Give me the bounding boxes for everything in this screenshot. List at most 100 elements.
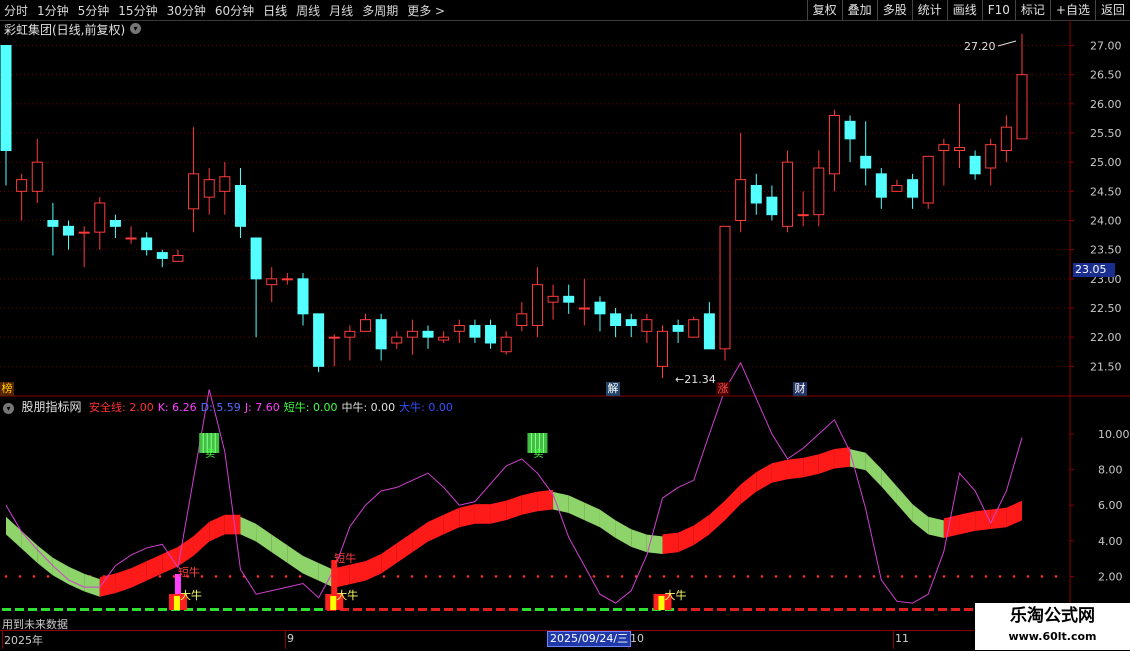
- period-tabs: 分时 1分钟 5分钟 15分钟 30分钟 60分钟 日线 周线 月线 多周期 更多 >: [4, 0, 454, 20]
- safety-line-dot: [760, 575, 764, 578]
- trend-ribbon-segment: [912, 504, 929, 535]
- safety-line-dot: [18, 575, 22, 578]
- tool-button-7[interactable]: +自选: [1049, 0, 1095, 20]
- candle-body: [328, 336, 340, 339]
- tool-button-3[interactable]: 统计: [911, 0, 947, 20]
- tool-button-0[interactable]: 复权: [806, 0, 842, 20]
- event-marker[interactable]: 解: [606, 382, 620, 396]
- trend-ribbon-segment: [115, 568, 132, 594]
- indicator-axis-label: 4.00: [1098, 535, 1123, 548]
- safety-line-dot: [1012, 575, 1016, 578]
- safety-line-dot: [200, 575, 204, 578]
- date-badge: 2025/09/24/三: [547, 631, 632, 647]
- trend-ribbon-segment: [131, 561, 147, 588]
- tool-button-1[interactable]: 叠加: [841, 0, 877, 20]
- period-tab-3[interactable]: 15分钟: [118, 2, 157, 19]
- period-tab-6[interactable]: 日线: [263, 2, 287, 19]
- tool-button-4[interactable]: 画线: [946, 0, 982, 20]
- period-tab-0[interactable]: 分时: [4, 2, 28, 19]
- period-tab-10[interactable]: 更多 >: [407, 2, 445, 19]
- signal-bar-dash: [15, 608, 24, 611]
- signal-bar-dash: [431, 608, 440, 611]
- signal-bar-dash: [691, 608, 700, 611]
- period-tab-5[interactable]: 60分钟: [215, 2, 254, 19]
- period-tab-2[interactable]: 5分钟: [78, 2, 110, 19]
- trend-ribbon-segment: [474, 504, 491, 524]
- safety-line-dot: [914, 575, 918, 578]
- da-niu-label: 大牛: [664, 588, 686, 602]
- period-tab-1[interactable]: 1分钟: [37, 2, 69, 19]
- signal-bar-dash: [964, 608, 973, 611]
- safety-line-dot: [592, 575, 596, 578]
- signal-bar-dash: [301, 608, 310, 611]
- safety-line-dot: [298, 575, 302, 578]
- trend-ribbon-segment: [6, 516, 22, 549]
- safety-line-dot: [32, 575, 36, 578]
- safety-line-dot: [158, 575, 162, 578]
- candle-body: [782, 161, 794, 227]
- candle-body: [172, 255, 184, 262]
- candle-body: [813, 167, 825, 216]
- tool-button-6[interactable]: 标记: [1014, 0, 1050, 20]
- period-tab-9[interactable]: 多周期: [362, 2, 398, 19]
- signal-bar-dash: [860, 608, 869, 611]
- safety-line-dot: [4, 575, 8, 578]
- safety-line-dot: [676, 575, 680, 578]
- trend-ribbon-segment: [631, 529, 647, 553]
- candle-body: [94, 202, 106, 233]
- duan-niu-bar: [331, 560, 338, 594]
- candle-body: [219, 176, 231, 192]
- period-tab-7[interactable]: 周线: [296, 2, 320, 19]
- candle-body: [203, 179, 215, 198]
- candle-body: [0, 45, 12, 151]
- da-niu-label: 大牛: [180, 588, 202, 602]
- indicator-settings-icon[interactable]: ▾: [3, 403, 14, 414]
- signal-bar-dash: [938, 608, 947, 611]
- safety-line-dot: [746, 575, 750, 578]
- candle-body: [422, 330, 434, 338]
- x-axis-tick: [2, 631, 3, 649]
- chart-canvas[interactable]: 27.00 26.50 26.00 25.50 25.00 24.50 24.00 23.50…: [0, 20, 1130, 630]
- price-axis-label: 23.50: [1090, 244, 1122, 257]
- candle-body: [141, 237, 153, 251]
- trend-ribbon-segment: [209, 514, 225, 542]
- indicator-axis-label: 10.00: [1098, 428, 1130, 441]
- candle-body: [766, 196, 778, 216]
- event-marker[interactable]: 涨: [716, 382, 730, 396]
- da-niu-label: 大牛: [336, 588, 358, 602]
- candle-body: [735, 179, 747, 222]
- period-tab-8[interactable]: 月线: [329, 2, 353, 19]
- event-marker[interactable]: 榜: [0, 382, 14, 396]
- signal-bar-dash: [457, 608, 466, 611]
- signal-bar-dash: [314, 608, 323, 611]
- signal-bar-dash: [548, 608, 557, 611]
- tool-button-8[interactable]: 返回: [1094, 0, 1130, 20]
- event-marker[interactable]: 财: [793, 382, 807, 396]
- indicator-value-5: 中牛: 0.00: [341, 401, 396, 414]
- price-axis-label: 27.00: [1090, 40, 1122, 53]
- period-tab-4[interactable]: 30分钟: [167, 2, 206, 19]
- candle-body: [297, 278, 309, 315]
- trend-ribbon-segment: [537, 489, 554, 512]
- tool-button-5[interactable]: F10: [981, 0, 1015, 20]
- signal-bar-dash: [132, 608, 141, 611]
- safety-line-dot: [900, 575, 904, 578]
- trend-ribbon-segment: [975, 509, 991, 531]
- tool-button-2[interactable]: 多股: [876, 0, 912, 20]
- signal-bar-dash: [210, 608, 219, 611]
- candle-body: [344, 330, 356, 338]
- safety-line-dot: [872, 575, 876, 578]
- safety-line-dot: [578, 575, 582, 578]
- signal-bar-dash: [28, 608, 37, 611]
- candle-body: [453, 325, 465, 332]
- candle-body: [922, 155, 934, 204]
- indicator-axis-label: 8.00: [1098, 464, 1123, 477]
- safety-line-dot: [508, 575, 512, 578]
- x-axis-label: 2025年: [4, 634, 43, 647]
- trend-ribbon-segment: [725, 484, 741, 521]
- candle-body: [438, 336, 450, 341]
- signal-bar-dash: [795, 608, 804, 611]
- safety-line-dot: [886, 575, 890, 578]
- trend-ribbon-segment: [193, 521, 210, 556]
- price-axis-label: 24.00: [1090, 215, 1122, 228]
